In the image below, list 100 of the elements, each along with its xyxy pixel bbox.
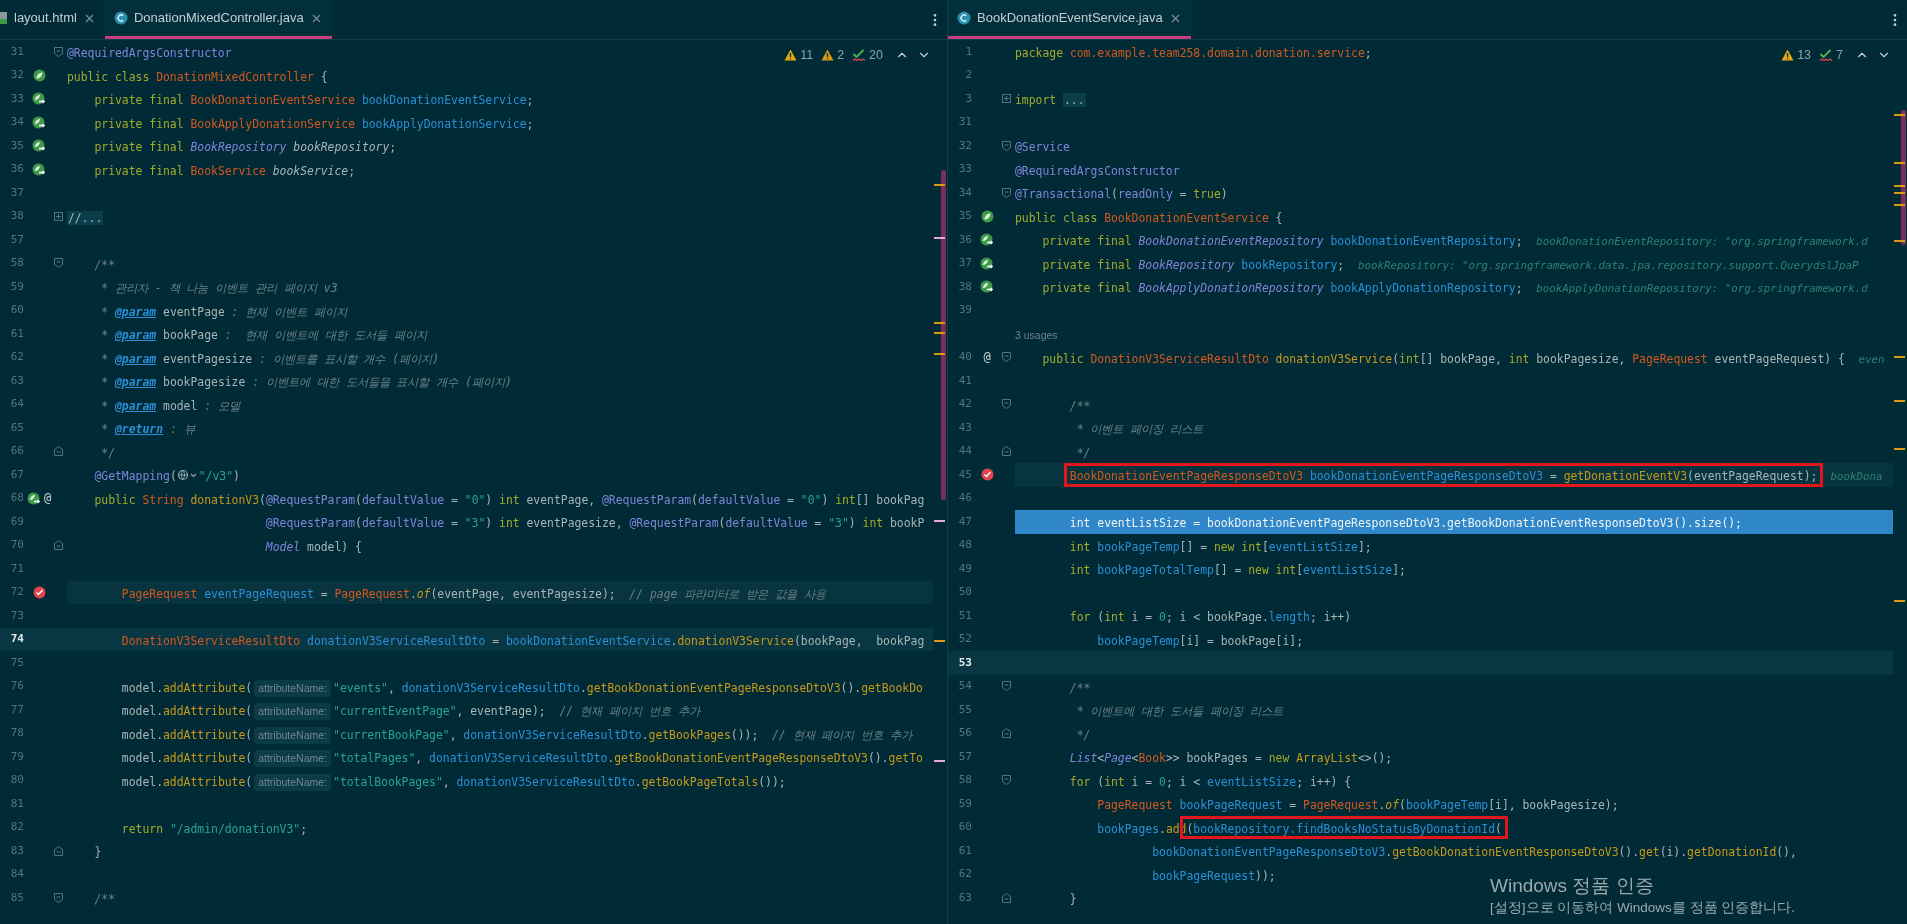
line-number: 64 <box>10 396 24 412</box>
leaf-icon[interactable] <box>980 209 994 223</box>
code-line: PageRequest bookPageRequest = PageRequest.of(bookPageTemp[i], bookPagesize); <box>1096 797 1619 814</box>
line-number: 45 <box>958 466 972 483</box>
line-number: 34 <box>958 184 972 201</box>
line-number: 31 <box>10 43 24 60</box>
code-line: public DonationV3ServiceResultDto donationV3Service(int[] bookPage, int bookPagesize, PageRequest eventPageRequest) { even <box>1041 350 1885 368</box>
fold-end-icon[interactable] <box>1002 446 1011 457</box>
code-line: * 관리자 - 책 나눔 이벤트 관리 페이지 v3 <box>100 280 338 297</box>
activation-title: Windows 정품 인증 <box>1490 874 1655 898</box>
line-number: 32 <box>958 137 972 154</box>
fold-end-icon[interactable] <box>54 446 63 457</box>
line-number: 31 <box>958 114 972 130</box>
line-number: 46 <box>958 490 972 506</box>
code-line: bookPageRequest)); <box>1151 867 1276 885</box>
line-number: 66 <box>10 443 24 459</box>
line-number: 81 <box>10 795 24 812</box>
line-number: 48 <box>958 537 972 553</box>
implements-marker[interactable]: @ <box>43 489 52 508</box>
fold-marker-icon[interactable] <box>54 46 63 57</box>
expand-icon[interactable] <box>54 211 63 221</box>
line-number: 53 <box>958 654 972 671</box>
code-line: @Service <box>1015 139 1070 156</box>
line-number: 37 <box>10 184 24 201</box>
code-line: @RequiredArgsConstructor <box>1015 162 1180 180</box>
line-number: 62 <box>958 866 972 882</box>
line-number: 35 <box>10 137 24 154</box>
line-number: 33 <box>958 161 972 177</box>
editor-tab[interactable]: DonationMixedController.java <box>104 0 332 39</box>
line-number: 36 <box>10 161 24 177</box>
code-line: public class BookDonationEventService { <box>1015 209 1283 227</box>
line-number: 74 <box>10 631 24 647</box>
line-number: 61 <box>958 842 972 859</box>
line-number: 40 <box>958 349 972 365</box>
code-line: } <box>1068 891 1077 908</box>
fold-marker-icon[interactable] <box>1002 775 1011 786</box>
line-number: 41 <box>958 372 972 389</box>
c-circle-icon <box>113 11 128 25</box>
fold-marker-icon[interactable] <box>1002 352 1011 363</box>
code-line: /** <box>1068 679 1091 697</box>
line-number: 54 <box>958 678 972 694</box>
code-line: model.addAttribute( attributeName: "currentBookPage", donationV3ServiceResultDto.getBookPages()); // 현재 페이지 번호 추가 <box>120 725 913 746</box>
code-line: model.addAttribute( attributeName: "totalBookPages", donationV3ServiceResultDto.getBookPageTotals()); <box>120 772 786 793</box>
line-number: 58 <box>10 255 24 271</box>
line-number: 37 <box>958 255 972 271</box>
line-number: 33 <box>10 90 24 107</box>
fold-end-icon[interactable] <box>54 845 63 856</box>
line-number: 73 <box>10 607 24 624</box>
line-number: 63 <box>958 889 972 906</box>
line-number: 77 <box>10 701 24 718</box>
fold-marker-icon[interactable] <box>54 258 63 269</box>
code-line: private final BookRepository bookRepository; <box>93 139 397 156</box>
breakpoint-icon[interactable] <box>32 585 46 599</box>
inspection-count: 20 <box>869 47 883 64</box>
breakpoint-icon[interactable] <box>980 468 994 482</box>
line-number: 70 <box>10 537 24 553</box>
fold-marker-icon[interactable] <box>1002 399 1011 410</box>
expand-icon[interactable] <box>1002 94 1011 104</box>
line-number: 34 <box>10 114 24 130</box>
code-line: * @param model : 모델 <box>100 397 240 415</box>
line-number: 50 <box>958 584 972 600</box>
inspection-count: 13 <box>1797 47 1812 64</box>
fold-end-icon[interactable] <box>54 540 63 551</box>
line-number: 38 <box>10 208 24 224</box>
line-number: 67 <box>10 466 24 483</box>
fold-marker-icon[interactable] <box>1002 187 1011 198</box>
fold-end-icon[interactable] <box>1002 892 1011 903</box>
line-number: 71 <box>10 560 24 577</box>
code-line: @RequiredArgsConstructor <box>67 45 232 62</box>
globe-icon[interactable] <box>176 469 199 481</box>
editor-tab[interactable]: BookDonationEventService.java <box>948 0 1191 39</box>
line-number: 51 <box>958 607 972 624</box>
fold-end-icon[interactable] <box>1002 728 1011 739</box>
code-line: private final BookApplyDonationRepository bookApplyDonationRepository; bookApplyDonationRepository: "org.springframework.d <box>1041 280 1868 297</box>
editor-tab[interactable]: layout.html <box>0 0 105 39</box>
line-number: 42 <box>958 396 972 412</box>
line-number: 44 <box>958 443 972 459</box>
line-number: 82 <box>10 819 24 835</box>
code-line: */ <box>100 444 115 462</box>
line-number: 38 <box>958 278 972 295</box>
code-line: @RequestParam(defaultValue = "3") int eventPagesize, @RequestParam(defaultValue = "3") int bookP <box>264 515 925 532</box>
code-line: public class DonationMixedController { <box>67 68 328 86</box>
fold-marker-icon[interactable] <box>1002 681 1011 692</box>
line-number: 65 <box>10 419 24 436</box>
code-line: model.addAttribute( attributeName: "totalPages", donationV3ServiceResultDto.getBookDonationEventPageResponseDtoV3().getTo <box>120 749 923 769</box>
line-number: 68 <box>10 490 24 506</box>
fold-marker-icon[interactable] <box>54 892 63 903</box>
line-number: 49 <box>958 560 972 577</box>
implements-marker[interactable]: @ <box>983 348 991 367</box>
line-number: 52 <box>958 631 972 647</box>
leaf-icon[interactable] <box>32 68 46 82</box>
warning-icon <box>1781 49 1795 62</box>
line-number: 58 <box>958 772 972 788</box>
line-number: 59 <box>958 795 972 812</box>
code-line: private final BookService bookService; <box>93 162 356 180</box>
fold-marker-icon[interactable] <box>1002 140 1011 151</box>
code-line: model.addAttribute( attributeName: "events", donationV3ServiceResultDto.getBookDonationEventPageResponseDtoV3().getBookDo <box>120 678 923 699</box>
code-line: model.addAttribute( attributeName: "currentEventPage", eventPage); // 현재 페이지 번호 추가 <box>120 702 700 722</box>
code-line: package com.example.team258.domain.donation.service; <box>1015 45 1372 62</box>
line-number: 56 <box>958 725 972 741</box>
